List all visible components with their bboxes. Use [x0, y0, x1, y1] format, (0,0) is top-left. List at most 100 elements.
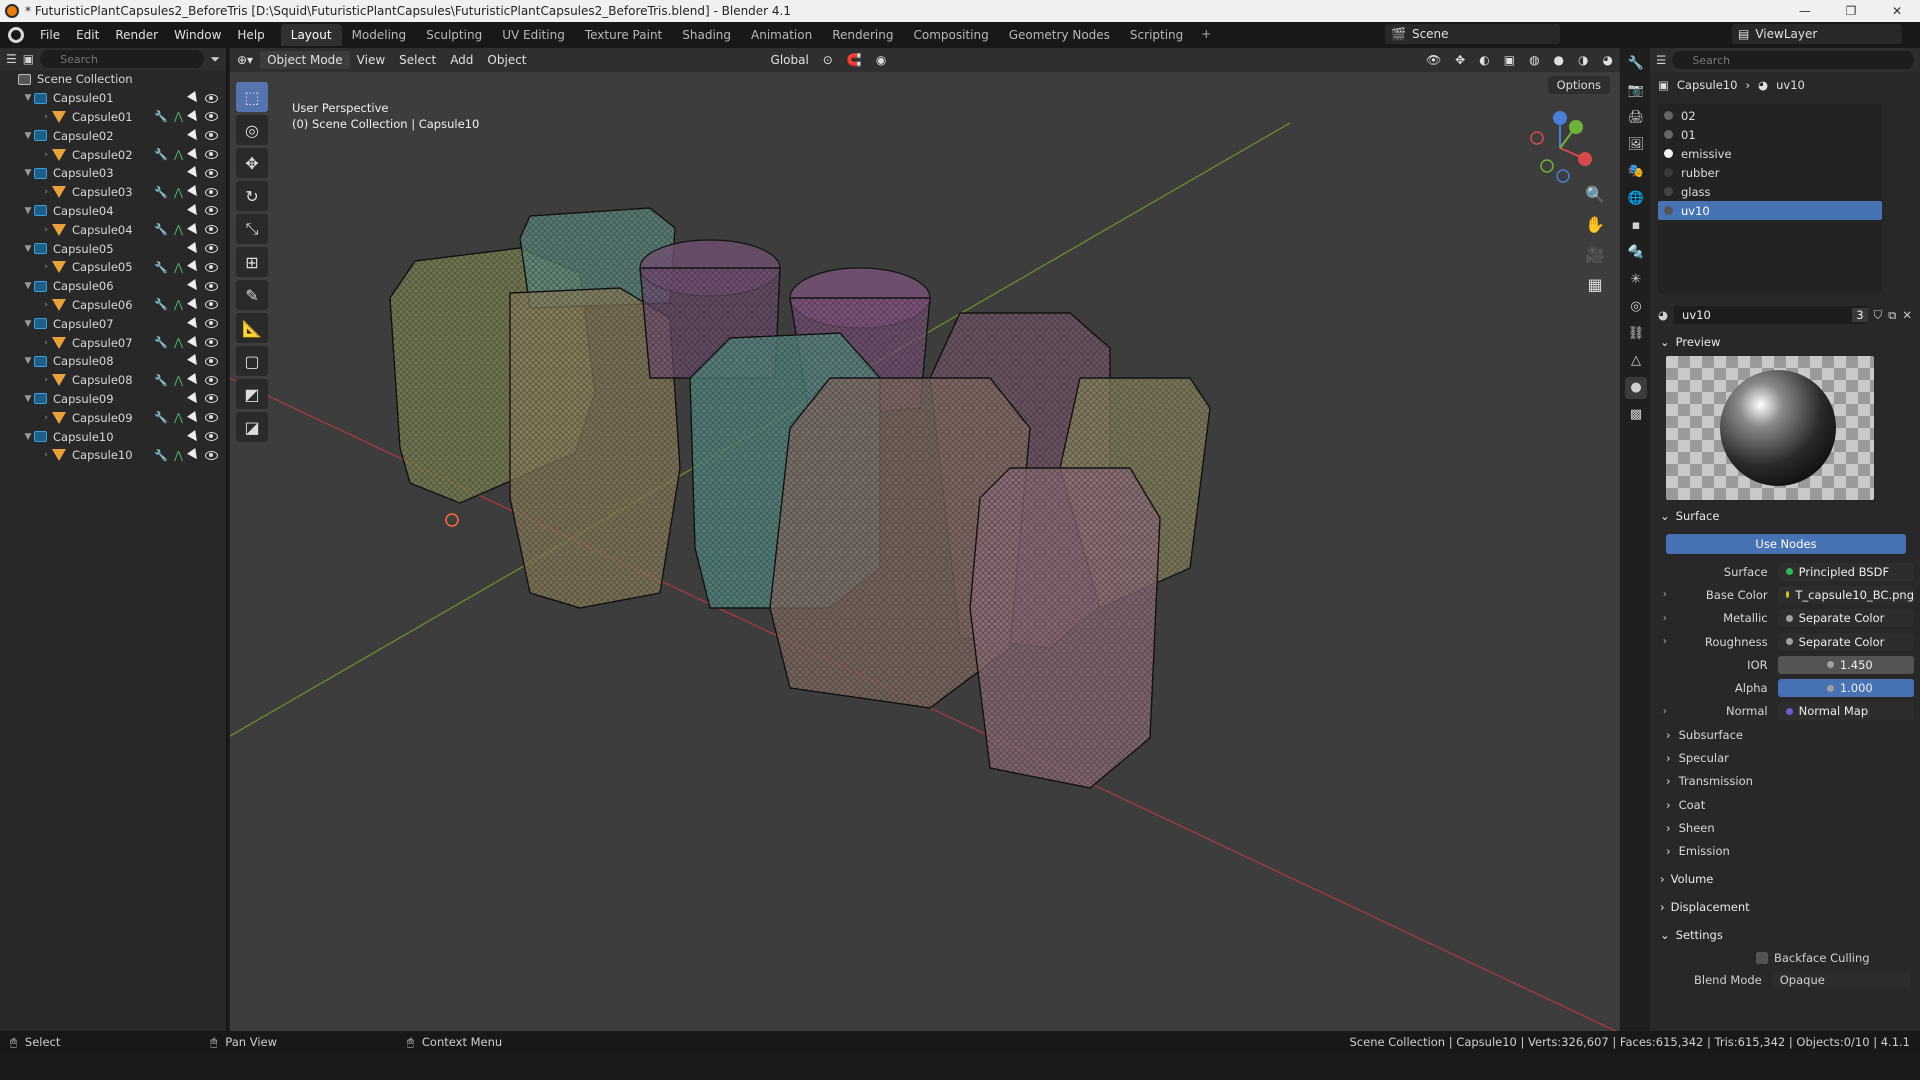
chevron-down-icon[interactable]: ▼: [22, 244, 34, 254]
fake-user-shield-icon[interactable]: ⛉: [1874, 308, 1883, 323]
material-browse-icon[interactable]: ◕: [1658, 308, 1668, 322]
selectable-arrow-icon[interactable]: [187, 316, 201, 331]
socket-icon[interactable]: [1785, 568, 1793, 576]
material-tab-icon[interactable]: ●: [1625, 377, 1647, 399]
collection-row[interactable]: ▼ Capsule05: [0, 239, 226, 258]
eye-icon[interactable]: [205, 281, 218, 291]
mesh-data-icon[interactable]: ⋀: [174, 298, 183, 311]
subpanel-header[interactable]: › Specular: [1656, 746, 1914, 769]
navigation-gizmo[interactable]: [1525, 108, 1595, 183]
eye-icon[interactable]: [205, 206, 218, 216]
viewport-menu-add[interactable]: Add: [443, 51, 480, 69]
user-count[interactable]: 3: [1852, 308, 1868, 322]
move-tool-icon[interactable]: ✥: [236, 148, 268, 178]
mesh-data-icon[interactable]: ⋀: [174, 374, 183, 387]
object-row[interactable]: › Capsule07 🔧 ⋀: [0, 333, 226, 352]
mesh-data-icon[interactable]: ⋀: [174, 336, 183, 349]
collection-row[interactable]: ▼ Capsule09: [0, 390, 226, 409]
menu-help[interactable]: Help: [229, 28, 272, 42]
eye-icon[interactable]: [205, 338, 218, 348]
eye-icon[interactable]: [205, 150, 218, 160]
displacement-panel-header[interactable]: › Displacement: [1656, 895, 1914, 919]
object-tab-icon[interactable]: ▪: [1625, 215, 1647, 237]
selectable-arrow-icon[interactable]: [187, 354, 201, 369]
eye-icon[interactable]: [205, 319, 218, 329]
preview-panel-header[interactable]: ⌄ Preview: [1656, 330, 1914, 354]
texture-tab-icon[interactable]: ▩: [1625, 404, 1647, 426]
tab-sculpting[interactable]: Sculpting: [416, 24, 492, 46]
chevron-right-icon[interactable]: ›: [40, 187, 52, 197]
selectable-arrow-icon[interactable]: [187, 241, 201, 256]
scene-collection-row[interactable]: Scene Collection: [0, 70, 226, 89]
eye-icon[interactable]: [205, 244, 218, 254]
object-row[interactable]: › Capsule09 🔧 ⋀: [0, 408, 226, 427]
orientation-dropdown[interactable]: Global: [764, 51, 816, 69]
snap-icon[interactable]: 🧲: [840, 51, 869, 69]
selectable-arrow-icon[interactable]: [187, 128, 201, 143]
chevron-right-icon[interactable]: ›: [40, 262, 52, 272]
selectable-arrow-icon[interactable]: [187, 373, 201, 388]
modifier-wrench-icon[interactable]: 🔧: [154, 374, 168, 387]
collection-row[interactable]: ▼ Capsule04: [0, 202, 226, 221]
duplicate-material-icon[interactable]: ⧉: [1888, 308, 1896, 323]
tab-scripting[interactable]: Scripting: [1120, 24, 1193, 46]
y-axis-icon[interactable]: [1569, 120, 1583, 134]
render-tab-icon[interactable]: 📷: [1625, 80, 1647, 102]
zoom-icon[interactable]: 🔍: [1582, 182, 1608, 208]
viewlayer-selector[interactable]: ▤ ViewLayer: [1732, 24, 1902, 44]
chevron-down-icon[interactable]: ▼: [22, 168, 34, 178]
collection-row[interactable]: ▼ Capsule08: [0, 352, 226, 371]
measure-tool-icon[interactable]: 📐: [236, 313, 268, 343]
selectable-arrow-icon[interactable]: [187, 260, 201, 275]
modifier-tab-icon[interactable]: 🔩: [1625, 242, 1647, 264]
tool-tab-icon[interactable]: 🔧: [1625, 53, 1647, 75]
editor-type-icon[interactable]: ☰: [6, 52, 17, 66]
eye-icon[interactable]: [205, 262, 218, 272]
backface-culling-checkbox[interactable]: [1756, 951, 1768, 964]
eye-icon[interactable]: [205, 413, 218, 423]
viewport-menu-view[interactable]: View: [350, 51, 392, 69]
object-row[interactable]: › Capsule08 🔧 ⋀: [0, 371, 226, 390]
settings-panel-header[interactable]: ⌄ Settings: [1656, 923, 1914, 947]
viewport-menu-object[interactable]: Object: [480, 51, 533, 69]
chevron-down-icon[interactable]: ▼: [22, 319, 34, 329]
inset-tool-icon[interactable]: ◪: [236, 412, 268, 442]
selectable-arrow-icon[interactable]: [187, 185, 201, 200]
chevron-right-icon[interactable]: ›: [40, 150, 52, 160]
material-slot[interactable]: rubber: [1658, 163, 1882, 182]
material-slot[interactable]: glass: [1658, 182, 1882, 201]
object-row[interactable]: › Capsule01 🔧 ⋀: [0, 108, 226, 127]
collection-row[interactable]: ▼ Capsule07: [0, 314, 226, 333]
subpanel-header[interactable]: › Coat: [1656, 793, 1914, 816]
menu-render[interactable]: Render: [107, 28, 166, 42]
options-dropdown[interactable]: Options: [1547, 76, 1610, 94]
modifier-wrench-icon[interactable]: 🔧: [154, 449, 168, 462]
mode-dropdown[interactable]: Object Mode: [260, 51, 350, 69]
object-row[interactable]: › Capsule05 🔧 ⋀: [0, 258, 226, 277]
chevron-down-icon[interactable]: ▼: [22, 356, 34, 366]
tab-shading[interactable]: Shading: [672, 24, 741, 46]
overlays-icon[interactable]: ◐: [1472, 51, 1496, 69]
mesh-data-icon[interactable]: ⋀: [174, 449, 183, 462]
tab-animation[interactable]: Animation: [741, 24, 822, 46]
collection-row[interactable]: ▼ Capsule06: [0, 277, 226, 296]
eye-icon[interactable]: [205, 432, 218, 442]
tab-geometry-nodes[interactable]: Geometry Nodes: [999, 24, 1120, 46]
physics-tab-icon[interactable]: ◎: [1625, 296, 1647, 318]
mesh-data-icon[interactable]: ⋀: [174, 110, 183, 123]
scene-tab-icon[interactable]: 🎭: [1625, 161, 1647, 183]
output-tab-icon[interactable]: 🖨: [1625, 107, 1647, 129]
material-slot[interactable]: emissive: [1658, 144, 1882, 163]
chevron-down-icon[interactable]: ▼: [22, 131, 34, 141]
properties-editor-icon[interactable]: ☰: [1656, 53, 1666, 67]
rendered-shading-icon[interactable]: ◕: [1596, 51, 1620, 69]
extrude-tool-icon[interactable]: ◩: [236, 379, 268, 409]
transform-tool-icon[interactable]: ⊞: [236, 247, 268, 277]
pan-hand-icon[interactable]: ✋: [1582, 212, 1608, 238]
selectable-arrow-icon[interactable]: [187, 91, 201, 106]
view-layer-tab-icon[interactable]: 🖼: [1625, 134, 1647, 156]
menu-file[interactable]: File: [32, 28, 68, 42]
chevron-down-icon[interactable]: ▼: [22, 281, 34, 291]
object-row[interactable]: › Capsule03 🔧 ⋀: [0, 183, 226, 202]
surface-panel-header[interactable]: ⌄ Surface: [1656, 504, 1914, 528]
